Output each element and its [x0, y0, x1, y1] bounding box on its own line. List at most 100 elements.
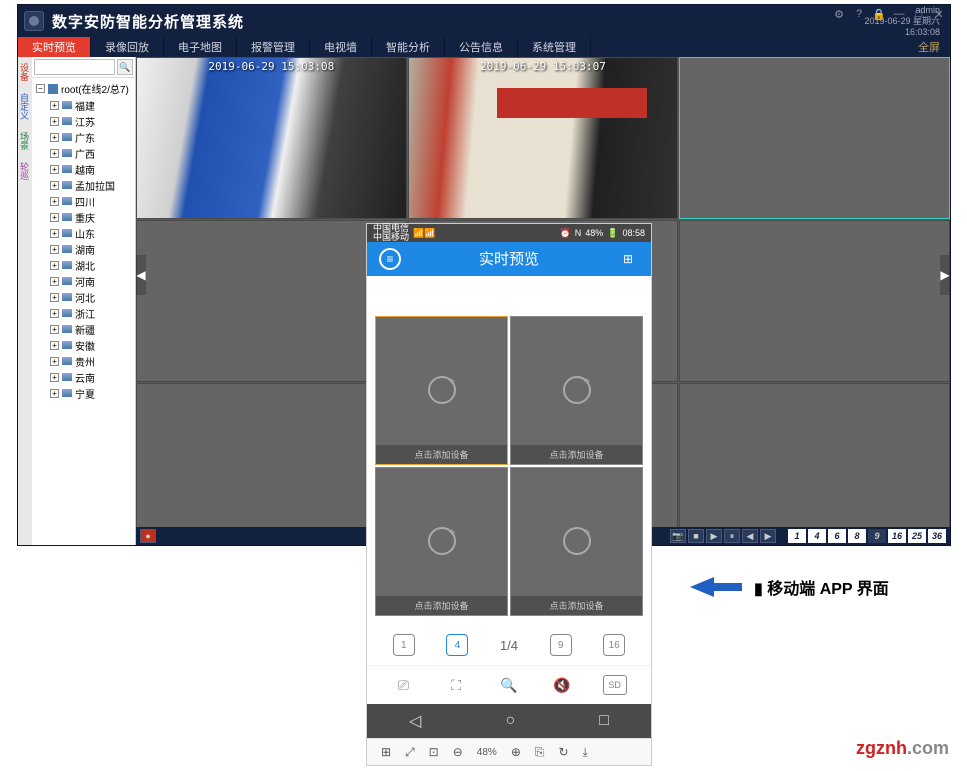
- expand-icon[interactable]: +: [50, 197, 59, 206]
- tool-fit-icon[interactable]: ⊡: [429, 745, 439, 759]
- next-icon[interactable]: ▶: [760, 529, 776, 543]
- expand-icon[interactable]: +: [50, 149, 59, 158]
- node-icon: [62, 373, 72, 381]
- tab-system[interactable]: 系统管理: [518, 37, 591, 57]
- expand-icon[interactable]: +: [50, 309, 59, 318]
- menu-icon[interactable]: ≡: [379, 248, 401, 270]
- tool-expand-icon[interactable]: ⤢: [405, 745, 415, 760]
- node-icon: [62, 117, 72, 125]
- node-icon: [62, 309, 72, 317]
- tab-tvwall[interactable]: 电视墙: [310, 37, 372, 57]
- layout-25[interactable]: 25: [908, 529, 926, 543]
- search-icon[interactable]: 🔍: [117, 59, 133, 75]
- tool-zoomin-icon[interactable]: ⊕: [511, 745, 521, 759]
- lock-icon[interactable]: 🔒: [872, 7, 886, 21]
- next-page-icon[interactable]: ▶: [940, 255, 950, 295]
- expand-icon[interactable]: +: [50, 181, 59, 190]
- video-cell-9[interactable]: [679, 383, 950, 545]
- layout-1[interactable]: 1: [788, 529, 806, 543]
- expand-icon[interactable]: +: [50, 261, 59, 270]
- layout-8[interactable]: 8: [848, 529, 866, 543]
- tab-alarm[interactable]: 报警管理: [237, 37, 310, 57]
- zoom-icon[interactable]: 🔍: [497, 675, 521, 695]
- play-icon[interactable]: ▶: [706, 529, 722, 543]
- tool-download-icon[interactable]: ⤓: [583, 745, 588, 760]
- expand-icon[interactable]: +: [50, 325, 59, 334]
- prev-icon[interactable]: ◀: [742, 529, 758, 543]
- tab-analytics[interactable]: 智能分析: [372, 37, 445, 57]
- snapshot-icon[interactable]: 📷: [670, 529, 686, 543]
- mobile-cell-1[interactable]: 点击添加设备: [375, 316, 508, 465]
- video-cell-2[interactable]: 2019-06-29 15:03:07: [408, 57, 679, 219]
- sd-button[interactable]: SD: [603, 675, 627, 695]
- expand-icon[interactable]: +: [50, 101, 59, 110]
- mobile-layout-9[interactable]: 9: [550, 634, 572, 656]
- mobile-layout-4[interactable]: 4: [446, 634, 468, 656]
- mobile-layout-row: 1 4 1/4 9 16: [367, 626, 651, 665]
- collapse-icon[interactable]: −: [36, 84, 45, 93]
- layout-6[interactable]: 6: [828, 529, 846, 543]
- record-icon[interactable]: ⎚: [391, 675, 415, 695]
- expand-icon[interactable]: +: [50, 341, 59, 350]
- prev-page-icon[interactable]: ◀: [136, 255, 146, 295]
- expand-icon[interactable]: +: [50, 277, 59, 286]
- pause-icon[interactable]: ⏸: [724, 529, 740, 543]
- side-tab-device[interactable]: 设备: [18, 57, 32, 87]
- tool-rotate-icon[interactable]: ↻: [558, 745, 568, 759]
- tree-node: +广西: [50, 145, 135, 161]
- expand-icon[interactable]: +: [50, 133, 59, 142]
- mobile-layout-1[interactable]: 1: [393, 634, 415, 656]
- maximize-icon[interactable]: □: [912, 7, 926, 21]
- video-cell-3[interactable]: [679, 57, 950, 219]
- video-cell-6[interactable]: [679, 220, 950, 382]
- layout-36[interactable]: 36: [928, 529, 946, 543]
- mobile-layout-16[interactable]: 16: [603, 634, 625, 656]
- device-tree: − root(在线2/总7) +福建 +江苏 +广东 +广西 +越南 +孟加拉国…: [32, 78, 135, 403]
- node-icon: [62, 197, 72, 205]
- grid-icon[interactable]: ⊞: [617, 248, 639, 270]
- tab-playback[interactable]: 录像回放: [91, 37, 164, 57]
- back-icon[interactable]: ◁: [409, 711, 421, 731]
- layout-16[interactable]: 16: [888, 529, 906, 543]
- side-tabs: 设备 自定义 场景 轮巡: [18, 57, 32, 545]
- settings-icon[interactable]: ⚙: [832, 7, 846, 21]
- mobile-cell-3[interactable]: 点击添加设备: [375, 467, 508, 616]
- stop-icon[interactable]: ■: [688, 529, 704, 543]
- tree-node: +江苏: [50, 113, 135, 129]
- tab-announcement[interactable]: 公告信息: [445, 37, 518, 57]
- search-input[interactable]: [34, 59, 115, 75]
- tab-live-preview[interactable]: 实时预览: [18, 37, 91, 57]
- mute-icon[interactable]: 🔇: [550, 675, 574, 695]
- expand-icon[interactable]: +: [50, 245, 59, 254]
- video-cell-1[interactable]: 2019-06-29 15:03:08: [136, 57, 407, 219]
- layout-4[interactable]: 4: [808, 529, 826, 543]
- expand-icon[interactable]: +: [50, 357, 59, 366]
- help-icon[interactable]: ?: [852, 7, 866, 21]
- expand-icon[interactable]: +: [50, 117, 59, 126]
- tool-grid-icon[interactable]: ⊞: [381, 745, 391, 759]
- tree-root[interactable]: − root(在线2/总7): [36, 80, 135, 97]
- tool-zoomout-icon[interactable]: ⊖: [453, 745, 463, 759]
- fullscreen-button[interactable]: 全屏: [908, 37, 950, 57]
- recent-icon[interactable]: □: [599, 712, 609, 730]
- expand-icon[interactable]: +: [50, 229, 59, 238]
- expand-icon[interactable]: +: [50, 293, 59, 302]
- layout-9[interactable]: 9: [868, 529, 886, 543]
- side-tab-scene[interactable]: 场景: [18, 126, 32, 156]
- mobile-cell-4[interactable]: 点击添加设备: [510, 467, 643, 616]
- side-tab-custom[interactable]: 自定义: [18, 87, 32, 126]
- mobile-cell-2[interactable]: 点击添加设备: [510, 316, 643, 465]
- expand-icon[interactable]: +: [50, 213, 59, 222]
- tab-emap[interactable]: 电子地图: [164, 37, 237, 57]
- expand-icon[interactable]: ⛶: [444, 675, 468, 695]
- expand-icon[interactable]: +: [50, 165, 59, 174]
- expand-icon[interactable]: +: [50, 373, 59, 382]
- close-icon[interactable]: ✕: [932, 7, 946, 21]
- home-icon[interactable]: ○: [505, 712, 515, 730]
- side-tab-patrol[interactable]: 轮巡: [18, 156, 32, 186]
- minimize-icon[interactable]: —: [892, 7, 906, 21]
- node-icon: [62, 165, 72, 173]
- expand-icon[interactable]: +: [50, 389, 59, 398]
- record-button[interactable]: ●: [140, 529, 156, 543]
- tool-copy-icon[interactable]: ⎘: [535, 745, 545, 760]
